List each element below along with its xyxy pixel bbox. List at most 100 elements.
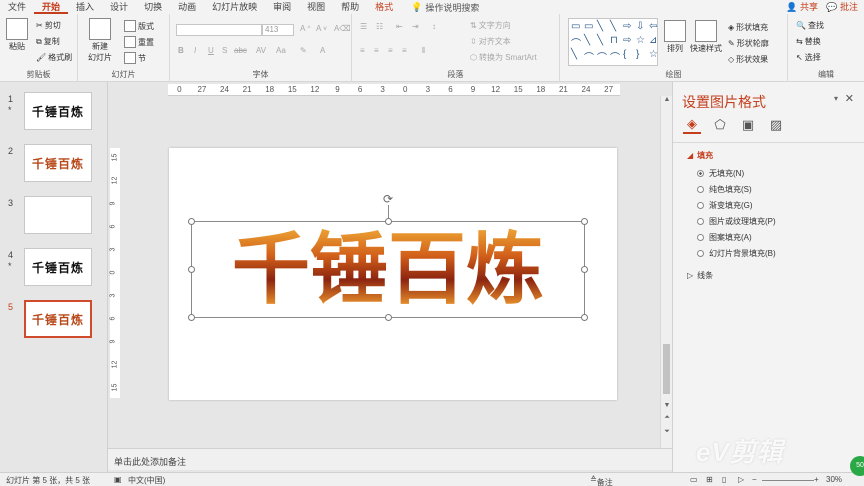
fill-section-header[interactable]: ◢ 填充: [687, 150, 713, 161]
tab-design[interactable]: 设计: [102, 0, 136, 14]
view-slideshow-icon[interactable]: ▷: [738, 475, 744, 484]
shape-effect-button[interactable]: ◇ 形状效果: [728, 54, 768, 65]
shape-option-icon[interactable]: ╲: [571, 49, 583, 63]
radio-icon[interactable]: [697, 202, 704, 209]
radio-icon[interactable]: [697, 234, 704, 241]
grow-font-button[interactable]: A ^: [300, 24, 310, 33]
radio-icon[interactable]: [697, 186, 704, 193]
fill-option[interactable]: 幻灯片背景填充(B): [697, 248, 776, 259]
shape-option-icon[interactable]: ╲: [610, 21, 622, 35]
arrange-button[interactable]: 排列: [664, 20, 686, 54]
language-indicator[interactable]: 中文(中国): [128, 475, 165, 486]
view-sorter-icon[interactable]: ⊞: [706, 475, 713, 484]
justify-icon[interactable]: ≡: [402, 46, 407, 55]
align-right-icon[interactable]: ≡: [388, 46, 393, 55]
zoom-level[interactable]: 30%: [826, 475, 842, 484]
radio-icon[interactable]: [697, 250, 704, 257]
cut-button[interactable]: ✂ 剪切: [36, 20, 61, 31]
shape-option-icon[interactable]: ▭: [571, 21, 583, 35]
line-spacing-icon[interactable]: ↕: [432, 22, 436, 31]
bold-button[interactable]: B: [178, 46, 184, 55]
columns-icon[interactable]: ⫴: [422, 46, 425, 56]
highlight-icon[interactable]: ✎: [300, 46, 307, 55]
canvas-scrollbar[interactable]: ▲ ▼ ⏶ ⏷: [660, 96, 672, 448]
layout-button[interactable]: 版式: [124, 20, 154, 32]
line-section-header[interactable]: ▷ 线条: [687, 270, 713, 281]
spellcheck-icon[interactable]: ▣: [114, 475, 122, 484]
shape-option-icon[interactable]: ⇨: [623, 35, 635, 49]
shape-option-icon[interactable]: ☆: [649, 49, 661, 63]
effects-tab-icon[interactable]: ⬠: [711, 116, 729, 134]
align-left-icon[interactable]: ≡: [360, 46, 365, 55]
radio-icon[interactable]: [697, 170, 704, 177]
tab-insert[interactable]: 插入: [68, 0, 102, 14]
handle-bottom-right[interactable]: [581, 314, 588, 321]
close-icon[interactable]: ✕: [845, 92, 854, 105]
numbering-icon[interactable]: ☷: [376, 22, 383, 31]
comment-button[interactable]: 💬 批注: [826, 0, 858, 14]
shape-option-icon[interactable]: ⌒: [610, 49, 622, 64]
tab-help[interactable]: 帮助: [333, 0, 367, 14]
handle-mid-right[interactable]: [581, 266, 588, 273]
handle-bottom-center[interactable]: [385, 314, 392, 321]
shape-option-icon[interactable]: ⊿: [649, 35, 661, 49]
shape-outline-button[interactable]: ✎ 形状轮廓: [728, 38, 769, 49]
tab-review[interactable]: 审阅: [265, 0, 299, 14]
fill-option[interactable]: 渐变填充(G): [697, 200, 753, 211]
text-direction-button[interactable]: ⇅ 文字方向: [470, 20, 511, 31]
zoom-slider[interactable]: [762, 480, 814, 481]
clear-format-button[interactable]: A⌫: [334, 24, 351, 33]
tab-file[interactable]: 文件: [0, 0, 34, 14]
tab-animations[interactable]: 动画: [170, 0, 204, 14]
shape-option-icon[interactable]: ⌒: [597, 49, 609, 64]
shape-option-icon[interactable]: ☆: [636, 35, 648, 49]
tab-view[interactable]: 视图: [299, 0, 333, 14]
fill-option[interactable]: 无填充(N): [697, 168, 744, 179]
tab-home[interactable]: 开始: [34, 0, 69, 14]
shape-option-icon[interactable]: ╲: [597, 21, 609, 35]
reset-button[interactable]: 重置: [124, 36, 154, 48]
scroll-thumb[interactable]: [663, 344, 670, 394]
align-center-icon[interactable]: ≡: [374, 46, 379, 55]
view-reading-icon[interactable]: ▯: [722, 475, 726, 484]
fill-option[interactable]: 图案填充(A): [697, 232, 752, 243]
font-color-icon[interactable]: A: [320, 46, 325, 55]
section-button[interactable]: 节: [124, 52, 146, 64]
shrink-font-button[interactable]: Av: [316, 24, 327, 33]
handle-mid-left[interactable]: [188, 266, 195, 273]
slide-thumbnail[interactable]: 千锤百炼: [24, 248, 92, 286]
shadow-button[interactable]: S: [222, 46, 227, 55]
tab-transitions[interactable]: 切换: [136, 0, 170, 14]
zoom-in-icon[interactable]: +: [814, 475, 819, 484]
indent-decrease-icon[interactable]: ⇤: [396, 22, 403, 31]
replace-button[interactable]: ⇆ 替换: [796, 36, 821, 47]
shape-option-icon[interactable]: ⌒: [571, 35, 583, 50]
handle-bottom-left[interactable]: [188, 314, 195, 321]
handle-top-center[interactable]: [385, 218, 392, 225]
handle-top-left[interactable]: [188, 218, 195, 225]
shape-option-icon[interactable]: ⌒: [584, 49, 596, 64]
zoom-out-icon[interactable]: −: [752, 475, 757, 484]
format-painter-button[interactable]: 🖌 格式刷: [36, 52, 72, 63]
slide-thumbnail[interactable]: 千锤百炼: [24, 144, 92, 182]
copy-button[interactable]: ⧉ 复制: [36, 36, 60, 47]
slide-thumbnail[interactable]: 千锤百炼: [24, 300, 92, 338]
shape-option-icon[interactable]: ⇨: [623, 21, 635, 35]
notes-toggle[interactable]: ≙ 备注: [590, 475, 613, 486]
picture-tab-icon[interactable]: ▨: [767, 116, 785, 134]
tab-slideshow[interactable]: 幻灯片放映: [204, 0, 265, 14]
align-text-button[interactable]: ⇳ 对齐文本: [470, 36, 511, 47]
view-normal-icon[interactable]: ▭: [690, 475, 698, 484]
strike-button[interactable]: abc: [234, 46, 247, 55]
radio-icon[interactable]: [697, 218, 704, 225]
shape-fill-button[interactable]: ◈ 形状填充: [728, 22, 768, 33]
slide-thumbnail[interactable]: [24, 196, 92, 234]
fill-option[interactable]: 纯色填充(S): [697, 184, 752, 195]
fill-line-tab-icon[interactable]: ◈: [683, 116, 701, 134]
notes-pane[interactable]: 单击此处添加备注: [108, 448, 672, 470]
shape-option-icon[interactable]: ⇩: [636, 21, 648, 35]
paste-button[interactable]: 粘贴: [6, 18, 28, 52]
new-slide-button[interactable]: 新建 幻灯片: [88, 18, 112, 63]
size-tab-icon[interactable]: ▣: [739, 116, 757, 134]
italic-button[interactable]: I: [194, 46, 196, 55]
